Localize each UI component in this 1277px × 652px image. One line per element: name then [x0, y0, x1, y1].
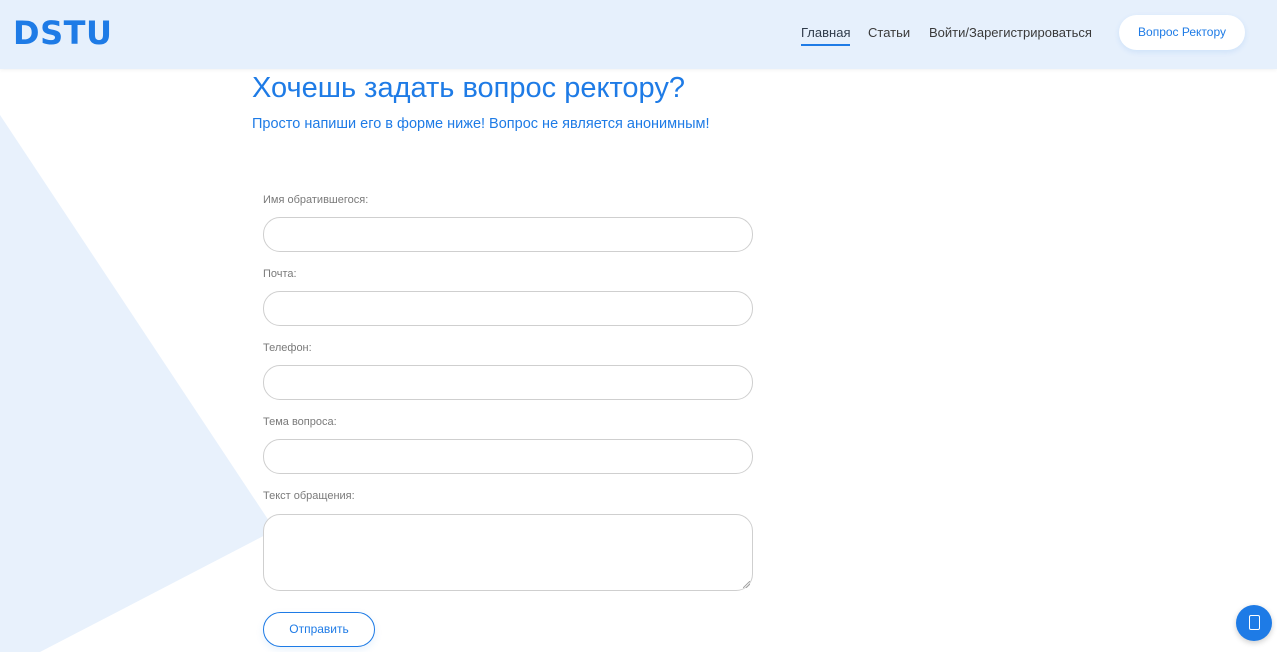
chat-icon [1249, 615, 1260, 630]
message-label: Текст обращения: [263, 490, 355, 502]
page-subtitle: Просто напиши его в форме ниже! Вопрос н… [252, 116, 710, 132]
name-label: Имя обратившегося: [263, 194, 369, 206]
resize-handle-icon[interactable] [743, 581, 750, 588]
nav-articles[interactable]: Статьи [868, 24, 910, 44]
site-logo[interactable]: DSTU [13, 14, 112, 52]
email-label: Почта: [263, 268, 297, 280]
phone-label: Телефон: [263, 342, 312, 354]
phone-input[interactable] [263, 365, 753, 400]
email-input[interactable] [263, 291, 753, 326]
top-navbar: DSTU Главная Статьи Войти/Зарегистрирова… [0, 0, 1277, 69]
message-textarea[interactable] [263, 514, 753, 591]
nav-login-register[interactable]: Войти/Зарегистрироваться [929, 24, 1092, 44]
page: DSTU Главная Статьи Войти/Зарегистрирова… [0, 0, 1277, 652]
ask-rector-button[interactable]: Вопрос Ректору [1119, 15, 1245, 50]
name-input[interactable] [263, 217, 753, 252]
nav-home[interactable]: Главная [801, 24, 851, 46]
subject-label: Тема вопроса: [263, 416, 337, 428]
page-title: Хочешь задать вопрос ректору? [252, 72, 685, 104]
submit-button[interactable]: Отправить [263, 612, 375, 647]
subject-input[interactable] [263, 439, 753, 474]
chat-widget-button[interactable] [1236, 605, 1272, 641]
